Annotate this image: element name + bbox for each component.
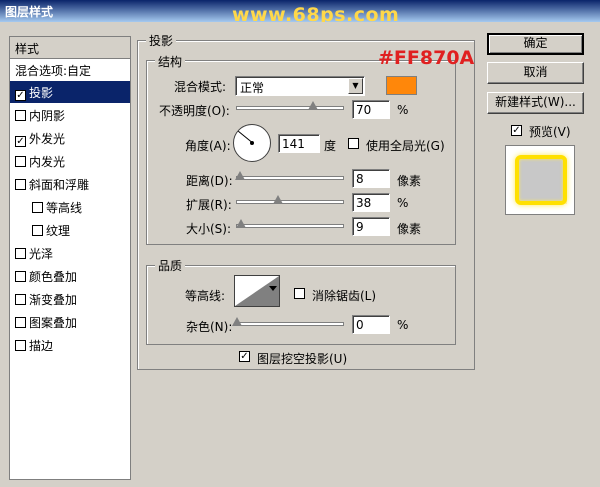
distance-field[interactable]: 8 [352, 169, 390, 188]
noise-slider-thumb[interactable] [232, 317, 242, 326]
checkbox-icon[interactable] [32, 225, 43, 236]
cancel-button[interactable]: 取消 [487, 62, 584, 84]
angle-dial[interactable] [233, 124, 271, 162]
checkbox-icon[interactable] [15, 340, 26, 351]
contour-label: 等高线: [185, 289, 226, 303]
checkbox-icon[interactable] [15, 294, 26, 305]
preview-glow [515, 155, 567, 205]
style-preview [505, 145, 575, 215]
chevron-down-icon[interactable]: ▼ [348, 78, 363, 94]
noise-field[interactable]: 0 [352, 315, 390, 334]
styles-list: 样式 混合选项:自定 ✓ 投影 内阴影 ✓ 外发光 内发光 斜面和浮雕 等高线 纹理… [9, 36, 131, 480]
size-slider-thumb[interactable] [236, 219, 246, 228]
opacity-field[interactable]: 70 [352, 100, 390, 119]
distance-unit: 像素 [397, 174, 422, 188]
distance-label: 距离(D): [186, 174, 233, 188]
spread-unit: % [397, 196, 409, 210]
new-style-button[interactable]: 新建样式(W)... [487, 92, 584, 114]
title-bar: 图层样式 www.68ps.com [0, 0, 600, 26]
drop-shadow-title: 投影 [146, 32, 177, 49]
checkbox-icon[interactable] [15, 317, 26, 328]
style-item-satin[interactable]: 光泽 [10, 242, 130, 264]
distance-slider-thumb[interactable] [235, 171, 245, 180]
blend-mode-label: 混合模式: [174, 80, 227, 94]
style-item-pattern-overlay[interactable]: 图案叠加 [10, 311, 130, 333]
opacity-slider-thumb[interactable] [308, 101, 318, 110]
size-unit: 像素 [397, 222, 422, 236]
distance-slider[interactable] [235, 171, 344, 180]
style-item-stroke[interactable]: 描边 [10, 334, 130, 356]
global-light-label: 使用全局光(G) [366, 139, 445, 153]
style-item-contour[interactable]: 等高线 [10, 196, 130, 218]
size-field[interactable]: 9 [352, 217, 390, 236]
quality-title: 品质 [155, 257, 186, 274]
angle-label: 角度(A): [185, 139, 231, 153]
blend-mode-select[interactable]: 正常 ▼ [235, 76, 365, 96]
checkbox-icon[interactable] [15, 179, 26, 190]
style-item-outer-glow[interactable]: ✓ 外发光 [10, 127, 130, 149]
style-item-inner-shadow[interactable]: 内阴影 [10, 104, 130, 126]
checkbox-icon[interactable] [15, 156, 26, 167]
spread-slider[interactable] [236, 195, 344, 204]
shadow-color-swatch[interactable] [386, 76, 417, 95]
color-annotation: #FF870A [378, 47, 475, 69]
knockout-label: 图层挖空投影(U) [257, 352, 348, 366]
style-item-inner-glow[interactable]: 内发光 [10, 150, 130, 172]
opacity-slider[interactable] [236, 101, 344, 110]
size-slider[interactable] [236, 219, 344, 228]
antialias-checkbox[interactable] [294, 288, 305, 299]
checkbox-icon[interactable] [15, 248, 26, 259]
noise-slider[interactable] [232, 317, 344, 326]
checkbox-icon[interactable] [15, 110, 26, 121]
contour-curve-icon [235, 276, 279, 306]
styles-header[interactable]: 样式 [10, 37, 130, 59]
angle-field[interactable]: 141 [278, 134, 320, 153]
style-item-texture[interactable]: 纹理 [10, 219, 130, 241]
spread-slider-thumb[interactable] [273, 195, 283, 204]
ok-button[interactable]: 确定 [487, 33, 584, 55]
spread-label: 扩展(R): [186, 198, 232, 212]
knockout-checkbox[interactable]: ✓ [239, 351, 250, 362]
style-item-color-overlay[interactable]: 颜色叠加 [10, 265, 130, 287]
angle-center-dot [250, 141, 254, 145]
structure-title: 结构 [155, 53, 186, 70]
style-item-drop-shadow[interactable]: ✓ 投影 [10, 81, 130, 103]
style-item-gradient-overlay[interactable]: 渐变叠加 [10, 288, 130, 310]
contour-picker[interactable] [234, 275, 280, 307]
opacity-label: 不透明度(O): [159, 104, 230, 118]
angle-unit: 度 [324, 139, 337, 153]
style-item-bevel-emboss[interactable]: 斜面和浮雕 [10, 173, 130, 195]
preview-label: 预览(V) [529, 125, 571, 139]
checkbox-icon[interactable]: ✓ [15, 136, 26, 147]
size-label: 大小(S): [186, 222, 232, 236]
global-light-checkbox[interactable] [348, 138, 359, 149]
checkbox-icon[interactable] [15, 271, 26, 282]
spread-field[interactable]: 38 [352, 193, 390, 212]
checkbox-icon[interactable]: ✓ [15, 90, 26, 101]
window-title: 图层样式 [5, 5, 54, 19]
chevron-down-icon[interactable] [269, 286, 277, 291]
checkbox-icon[interactable] [32, 202, 43, 213]
noise-label: 杂色(N): [186, 320, 233, 334]
noise-unit: % [397, 318, 409, 332]
opacity-unit: % [397, 103, 409, 117]
blend-options-item[interactable]: 混合选项:自定 [10, 59, 130, 81]
antialias-label: 消除锯齿(L) [312, 289, 377, 303]
preview-checkbox[interactable]: ✓ [511, 125, 522, 136]
